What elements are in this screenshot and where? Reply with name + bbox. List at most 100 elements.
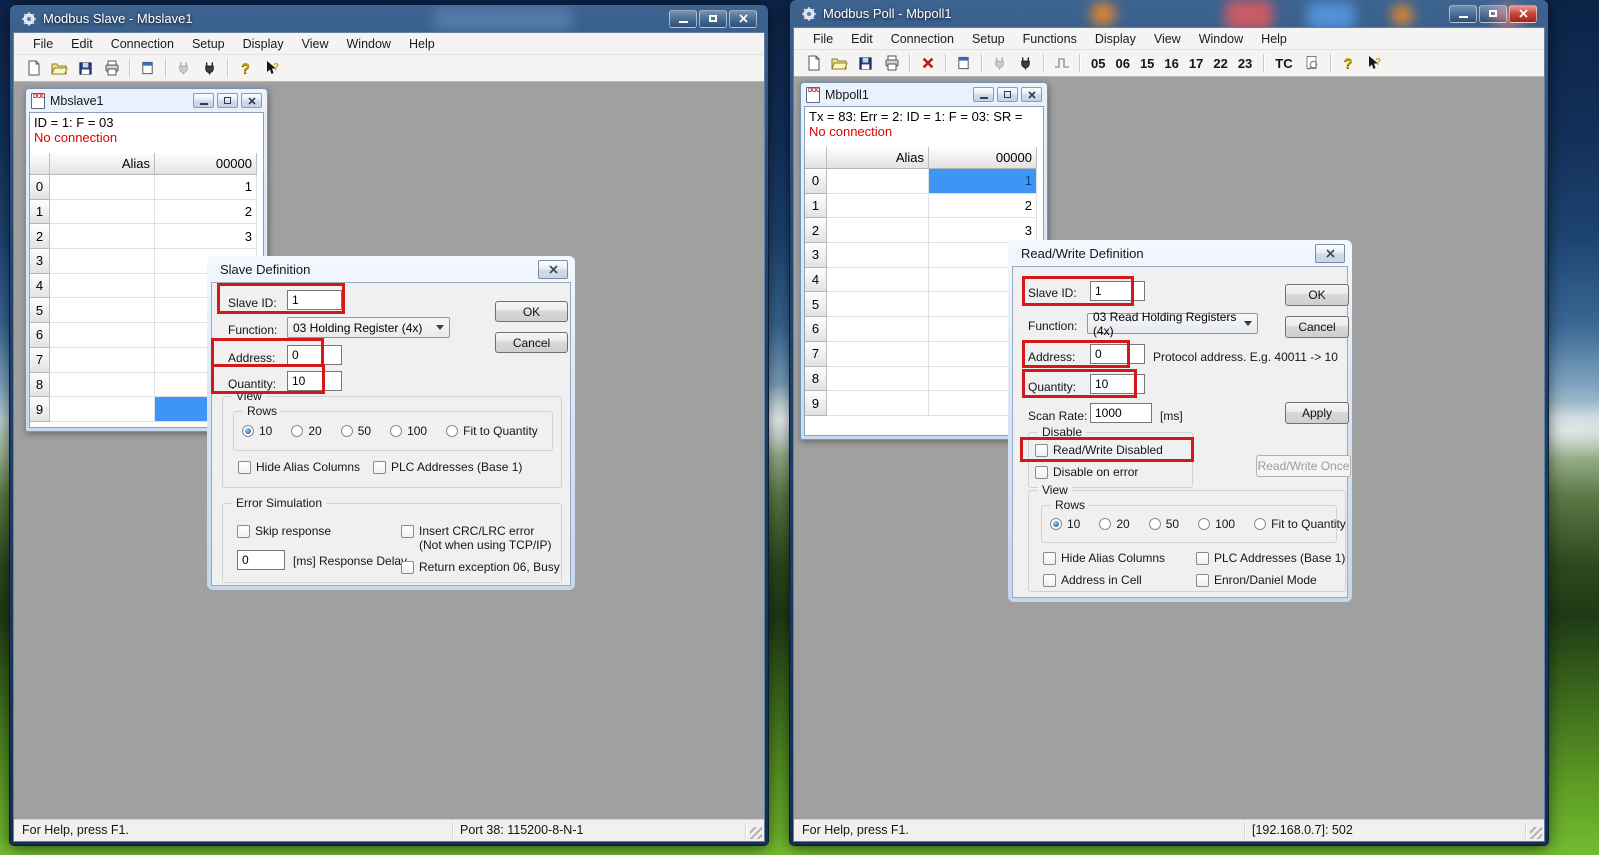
minimize-button[interactable]	[1449, 5, 1477, 23]
hide-alias-checkbox[interactable]: Hide Alias Columns	[238, 460, 360, 474]
table-cell[interactable]: 2	[929, 194, 1037, 219]
radio-option[interactable]: 20	[1099, 517, 1129, 531]
menu-item[interactable]: Help	[400, 37, 444, 51]
cancel-poll-button[interactable]	[916, 53, 939, 74]
hide-alias-checkbox[interactable]: Hide Alias Columns	[1043, 551, 1165, 565]
menu-item[interactable]: Functions	[1014, 32, 1086, 46]
table-cell[interactable]	[50, 298, 155, 323]
disable-on-error-checkbox[interactable]: Disable on error	[1035, 465, 1138, 479]
function-dropdown[interactable]: 03 Read Holding Registers (4x)	[1087, 313, 1258, 334]
function-code-button[interactable]: 05	[1086, 56, 1110, 71]
function-code-button[interactable]: 06	[1110, 56, 1134, 71]
slave-id-input[interactable]: 1	[1090, 281, 1145, 301]
function-dropdown[interactable]: 03 Holding Register (4x)	[287, 317, 450, 338]
menu-item[interactable]: File	[804, 32, 842, 46]
table-cell[interactable]	[827, 218, 929, 243]
menu-item[interactable]: Setup	[183, 37, 234, 51]
display-setup-button[interactable]	[136, 58, 159, 79]
radio-option[interactable]: 10	[1050, 517, 1080, 531]
menu-item[interactable]: Display	[234, 37, 293, 51]
table-cell[interactable]	[50, 323, 155, 348]
radio-option[interactable]: 100	[390, 424, 427, 438]
minimize-button[interactable]	[669, 10, 697, 28]
disconnect-button[interactable]	[988, 53, 1011, 74]
minimize-button[interactable]	[193, 93, 214, 108]
menu-item[interactable]: Window	[1190, 32, 1252, 46]
function-code-button[interactable]: 17	[1184, 56, 1208, 71]
radio-option[interactable]: 50	[341, 424, 371, 438]
close-button[interactable]	[1509, 5, 1537, 23]
table-cell[interactable]	[50, 373, 155, 398]
table-cell[interactable]	[50, 175, 155, 200]
dialog-close-button[interactable]	[1315, 244, 1345, 263]
function-code-button[interactable]: 23	[1233, 56, 1257, 71]
plc-addresses-checkbox[interactable]: PLC Addresses (Base 1)	[373, 460, 522, 474]
function-code-button[interactable]: 16	[1159, 56, 1183, 71]
apply-button[interactable]: Apply	[1285, 402, 1349, 424]
dialog-close-button[interactable]	[538, 260, 568, 279]
close-button[interactable]	[241, 93, 262, 108]
menu-item[interactable]: Help	[1252, 32, 1296, 46]
context-help-button[interactable]: ?	[1363, 53, 1386, 74]
table-cell[interactable]: 1	[929, 169, 1037, 194]
print-button[interactable]	[100, 58, 123, 79]
crc-error-checkbox[interactable]: Insert CRC/LRC error	[401, 524, 534, 538]
ok-button[interactable]: OK	[495, 301, 568, 322]
slave-id-input[interactable]: 1	[287, 290, 342, 310]
menu-item[interactable]: Connection	[102, 37, 183, 51]
table-cell[interactable]	[50, 224, 155, 249]
radio-option[interactable]: Fit to Quantity	[1254, 517, 1346, 531]
maximize-button[interactable]	[699, 10, 727, 28]
maximize-button[interactable]	[1479, 5, 1507, 23]
menu-item[interactable]: Window	[338, 37, 400, 51]
display-setup-button[interactable]	[952, 53, 975, 74]
title-bar[interactable]: Modbus Poll - Mbpoll1	[793, 0, 1545, 27]
table-cell[interactable]	[50, 348, 155, 373]
print-button[interactable]	[880, 53, 903, 74]
return-exception-checkbox[interactable]: Return exception 06, Busy	[401, 560, 560, 574]
menu-item[interactable]: Edit	[62, 37, 102, 51]
read-write-once-button[interactable]: Read/Write Once	[1256, 455, 1351, 477]
title-bar[interactable]: Modbus Slave - Mbslave1	[13, 5, 765, 32]
cancel-button[interactable]: Cancel	[1285, 316, 1349, 338]
menu-item[interactable]: Connection	[882, 32, 963, 46]
new-file-button[interactable]	[22, 58, 45, 79]
table-cell[interactable]	[50, 249, 155, 274]
new-file-button[interactable]	[802, 53, 825, 74]
connect-button[interactable]	[198, 58, 221, 79]
radio-option[interactable]: 20	[291, 424, 321, 438]
disconnect-button[interactable]	[172, 58, 195, 79]
read-write-disabled-checkbox[interactable]: Read/Write Disabled	[1035, 443, 1163, 457]
resize-grip[interactable]	[750, 827, 762, 839]
table-cell[interactable]	[827, 194, 929, 219]
response-delay-input[interactable]: 0	[237, 550, 285, 570]
quantity-input[interactable]: 10	[287, 371, 342, 391]
resize-grip[interactable]	[1530, 827, 1542, 839]
ok-button[interactable]: OK	[1285, 284, 1349, 306]
table-cell[interactable]: 3	[155, 224, 257, 249]
close-button[interactable]	[729, 10, 757, 28]
document-title-bar[interactable]: DOC Mbslave1	[29, 89, 264, 112]
communication-traffic-button[interactable]	[1301, 53, 1324, 74]
address-input[interactable]: 0	[287, 345, 342, 365]
quantity-input[interactable]: 10	[1090, 374, 1145, 394]
minimize-button[interactable]	[973, 87, 994, 102]
table-cell[interactable]: 1	[155, 175, 257, 200]
restore-button[interactable]	[217, 93, 238, 108]
open-file-button[interactable]	[828, 53, 851, 74]
enron-daniel-checkbox[interactable]: Enron/Daniel Mode	[1196, 573, 1317, 587]
document-title-bar[interactable]: DOC Mbpoll1	[804, 83, 1044, 106]
menu-item[interactable]: View	[293, 37, 338, 51]
function-code-button[interactable]: 15	[1135, 56, 1159, 71]
table-cell[interactable]	[827, 268, 929, 293]
table-cell[interactable]	[827, 292, 929, 317]
scan-rate-input[interactable]: 1000	[1090, 403, 1152, 423]
connect-button[interactable]	[1014, 53, 1037, 74]
radio-option[interactable]: Fit to Quantity	[446, 424, 538, 438]
table-cell[interactable]	[50, 397, 155, 422]
test-center-button[interactable]: TC	[1270, 56, 1297, 71]
address-input[interactable]: 0	[1090, 344, 1145, 364]
menu-item[interactable]: File	[24, 37, 62, 51]
table-cell[interactable]	[50, 274, 155, 299]
skip-response-checkbox[interactable]: Skip response	[237, 524, 331, 538]
